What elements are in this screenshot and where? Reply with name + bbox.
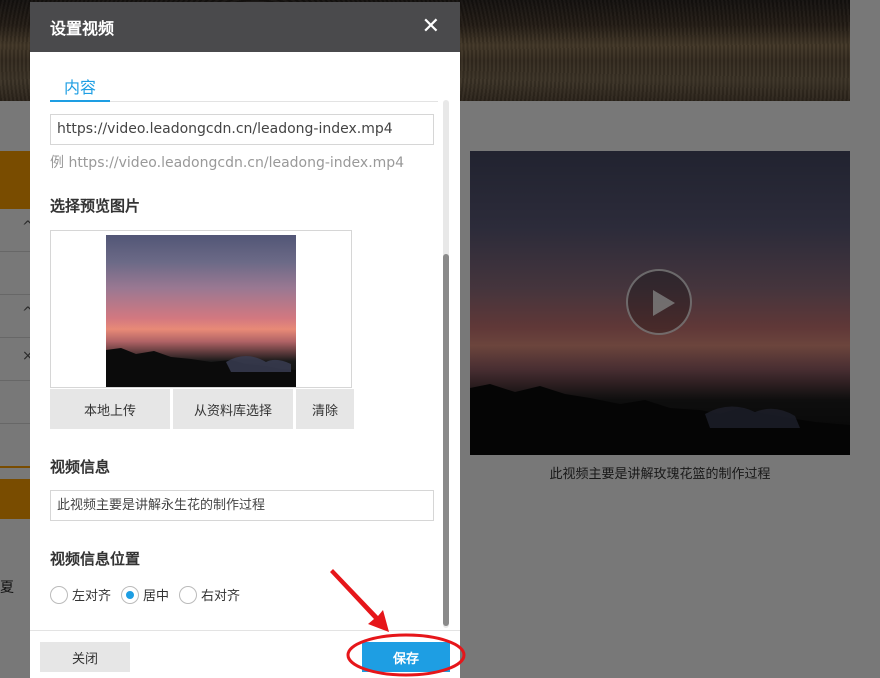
close-button[interactable]: 关闭 <box>40 642 130 672</box>
radio-label: 右对齐 <box>201 589 241 604</box>
select-from-library-button[interactable]: 从资料库选择 <box>173 389 293 429</box>
radio-button[interactable] <box>121 585 140 604</box>
radio-label: 左对齐 <box>72 589 112 604</box>
video-info-position-label: 视频信息位置 <box>50 550 141 568</box>
radio-button[interactable] <box>50 585 68 604</box>
video-info-input[interactable]: 此视频主要是讲解永生花的制作过程 <box>50 490 434 521</box>
scrollbar-thumb[interactable] <box>443 254 449 626</box>
dialog-title: 设置视频 <box>50 19 115 38</box>
radio-right-align[interactable]: 右对齐 <box>179 585 240 604</box>
tab-content[interactable]: 内容 <box>50 74 110 102</box>
scrollbar[interactable] <box>443 100 449 628</box>
save-button[interactable]: 保存 <box>362 642 450 672</box>
clear-button[interactable]: 清除 <box>296 389 354 429</box>
dialog-footer: 关闭 保存 <box>30 630 460 678</box>
preview-image-label: 选择预览图片 <box>50 197 141 215</box>
close-icon[interactable]: ✕ <box>422 16 440 38</box>
video-info-label: 视频信息 <box>50 458 111 476</box>
preview-image <box>106 235 296 387</box>
preview-button-row: 本地上传 从资料库选择 清除 <box>50 389 354 429</box>
set-video-dialog: 设置视频 ✕ 内容 https://video.leadongcdn.cn/le… <box>30 2 460 678</box>
video-url-input[interactable]: https://video.leadongcdn.cn/leadong-inde… <box>50 114 434 145</box>
tab-bar: 内容 <box>50 74 438 102</box>
position-radio-group: 左对齐 居中 右对齐 <box>50 585 250 604</box>
url-example-hint: 例 https://video.leadongcdn.cn/leadong-in… <box>50 155 405 171</box>
radio-center-align[interactable]: 居中 <box>121 585 169 604</box>
preview-image-box <box>50 230 352 388</box>
radio-label: 居中 <box>143 589 170 604</box>
hills-silhouette <box>106 348 296 387</box>
radio-left-align[interactable]: 左对齐 <box>50 585 111 604</box>
dialog-body: 内容 https://video.leadongcdn.cn/leadong-i… <box>30 52 460 630</box>
dialog-header: 设置视频 ✕ <box>30 2 460 52</box>
local-upload-button[interactable]: 本地上传 <box>50 389 170 429</box>
radio-button[interactable] <box>179 585 198 604</box>
